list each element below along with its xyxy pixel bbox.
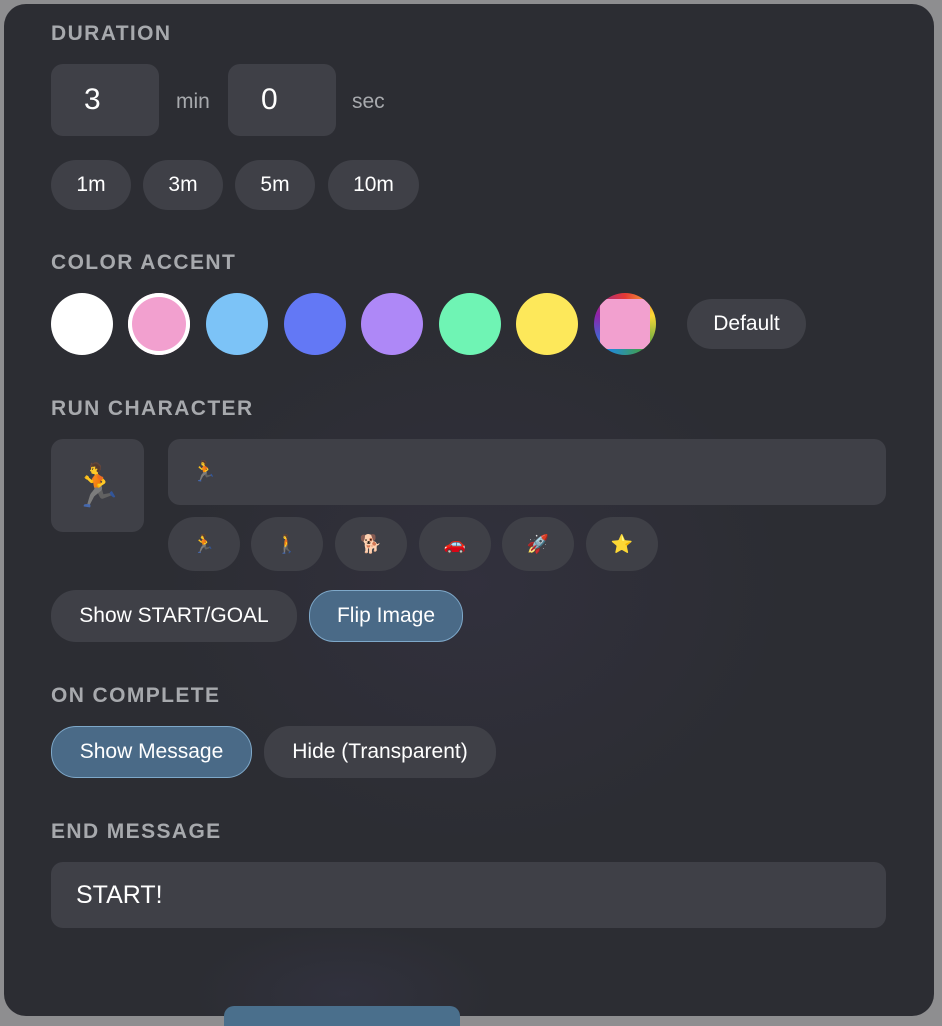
preset-1m-button[interactable]: 1m	[51, 160, 131, 210]
swatch-yellow[interactable]	[516, 293, 578, 355]
preset-5m-button[interactable]: 5m	[235, 160, 315, 210]
flip-image-toggle[interactable]: Flip Image	[309, 590, 463, 642]
swatch-rainbow[interactable]	[594, 293, 656, 355]
background-glow-bottom	[194, 924, 494, 1016]
show-start-goal-toggle[interactable]: Show START/GOAL	[51, 590, 297, 642]
swatch-purple[interactable]	[361, 293, 423, 355]
swatch-rainbow-fill	[600, 299, 650, 349]
minutes-unit-label: min	[176, 90, 210, 113]
preset-3m-button[interactable]: 3m	[143, 160, 223, 210]
duration-title: DURATION	[51, 22, 172, 45]
seconds-unit-label: sec	[352, 90, 385, 113]
swatch-green[interactable]	[439, 293, 501, 355]
settings-panel: DURATION 3 min 0 sec 1m 3m 5m 10m COLOR …	[4, 4, 934, 1016]
preset-10m-button[interactable]: 10m	[328, 160, 419, 210]
swatch-white[interactable]	[51, 293, 113, 355]
character-preview: 🏃	[51, 439, 144, 532]
hide-transparent-option[interactable]: Hide (Transparent)	[264, 726, 496, 778]
character-input[interactable]: 🏃	[168, 439, 886, 505]
character-option-star[interactable]: ⭐	[586, 517, 658, 571]
color-accent-title: COLOR ACCENT	[51, 251, 237, 274]
character-option-runner[interactable]: 🏃	[168, 517, 240, 571]
swatch-light-blue[interactable]	[206, 293, 268, 355]
swatch-pink[interactable]	[128, 293, 190, 355]
default-color-button[interactable]: Default	[687, 299, 806, 349]
run-character-title: RUN CHARACTER	[51, 397, 254, 420]
swatch-blue[interactable]	[284, 293, 346, 355]
character-option-rocket[interactable]: 🚀	[502, 517, 574, 571]
on-complete-title: ON COMPLETE	[51, 684, 221, 707]
end-message-input[interactable]: START!	[51, 862, 886, 928]
minutes-input[interactable]: 3	[51, 64, 159, 136]
character-option-car[interactable]: 🚗	[419, 517, 491, 571]
underlying-bar	[224, 1006, 460, 1026]
character-option-dog[interactable]: 🐕	[335, 517, 407, 571]
end-message-title: END MESSAGE	[51, 820, 222, 843]
character-option-walker[interactable]: 🚶	[251, 517, 323, 571]
show-message-option[interactable]: Show Message	[51, 726, 252, 778]
seconds-input[interactable]: 0	[228, 64, 336, 136]
